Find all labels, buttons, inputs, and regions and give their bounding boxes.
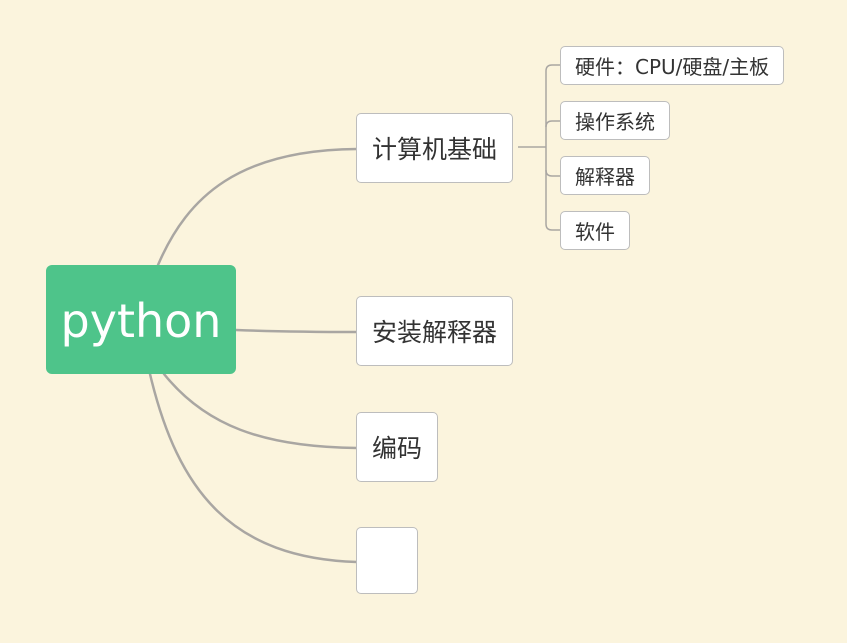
topic-empty[interactable] [356,527,418,594]
topic-label: 编码 [372,434,423,463]
subtopic-label: 解释器 [575,165,635,189]
subtopic-software[interactable]: 软件 [560,211,630,250]
topic-label: 安装解释器 [372,318,498,347]
connector-subtopic-bracket [545,64,561,231]
topic-label: 计算机基础 [372,135,498,164]
connector-subtopic-operating-system [545,120,561,128]
subtopic-label: 硬件：CPU/硬盘/主板 [575,55,770,79]
topic-computer-basics[interactable]: 计算机基础 [356,113,514,183]
subtopic-operating-system[interactable]: 操作系统 [560,101,670,140]
connector-root-to-empty-topic [148,372,359,564]
subtopic-label: 操作系统 [575,110,655,134]
connector-root-to-computer-basics [156,147,359,267]
subtopic-interpreter[interactable]: 解释器 [560,156,650,195]
connector-subtopic-interpreter [545,169,561,177]
connector-root-to-install-interpreter [234,328,359,334]
subtopic-hardware[interactable]: 硬件：CPU/硬盘/主板 [560,46,785,85]
root-node-label: python [60,293,222,348]
connector-root-to-encoding [162,372,359,450]
topic-install-interpreter[interactable]: 安装解释器 [356,296,514,366]
subtopic-label: 软件 [575,220,615,244]
root-node-python[interactable]: python [46,265,236,374]
topic-encoding[interactable]: 编码 [356,412,439,482]
